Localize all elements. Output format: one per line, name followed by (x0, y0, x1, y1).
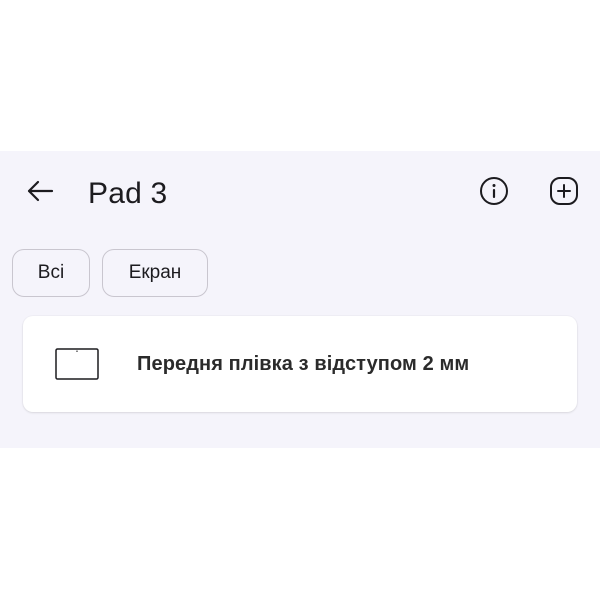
page-title: Pad 3 (88, 177, 168, 210)
filter-chip-screen[interactable]: Екран (102, 249, 208, 297)
info-button[interactable] (476, 175, 512, 211)
list-item-label: Передня плівка з відступом 2 мм (137, 353, 470, 375)
info-circle-icon (479, 176, 509, 211)
product-panel: Pad 3 Всі Екран Передня плівка з відступ… (0, 151, 600, 448)
back-button[interactable] (18, 175, 62, 211)
list-item[interactable]: Передня плівка з відступом 2 мм (23, 316, 577, 412)
tablet-outline-icon (55, 348, 99, 380)
arrow-left-icon (26, 180, 54, 207)
add-button[interactable] (546, 175, 582, 211)
filter-chip-all[interactable]: Всі (12, 249, 90, 297)
plus-circle-icon (549, 176, 579, 211)
top-app-bar: Pad 3 (0, 151, 600, 237)
filter-chips: Всі Екран (12, 249, 208, 299)
